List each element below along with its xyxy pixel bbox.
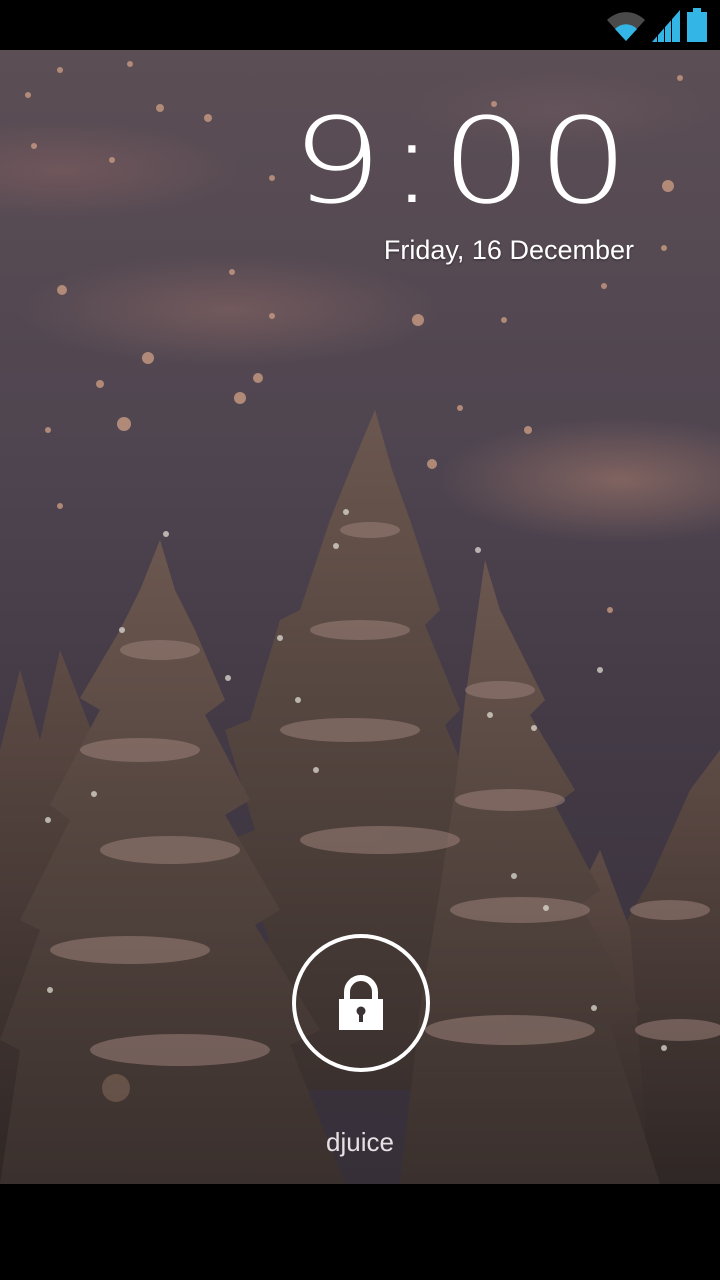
battery-icon (687, 8, 707, 42)
carrier-label: djuice (326, 1127, 394, 1157)
wifi-icon (607, 12, 645, 41)
lock-screen: 9:00 Friday, 16 December djuice (0, 0, 720, 1280)
navigation-bar (0, 1184, 720, 1280)
signal-icon (652, 10, 680, 42)
lock-icon (339, 975, 383, 1030)
unlock-button[interactable] (292, 934, 430, 1072)
status-icons (606, 8, 708, 42)
status-bar (0, 0, 720, 50)
clock-time: 9:00 (291, 92, 634, 230)
clock-date: Friday, 16 December (383, 235, 634, 265)
